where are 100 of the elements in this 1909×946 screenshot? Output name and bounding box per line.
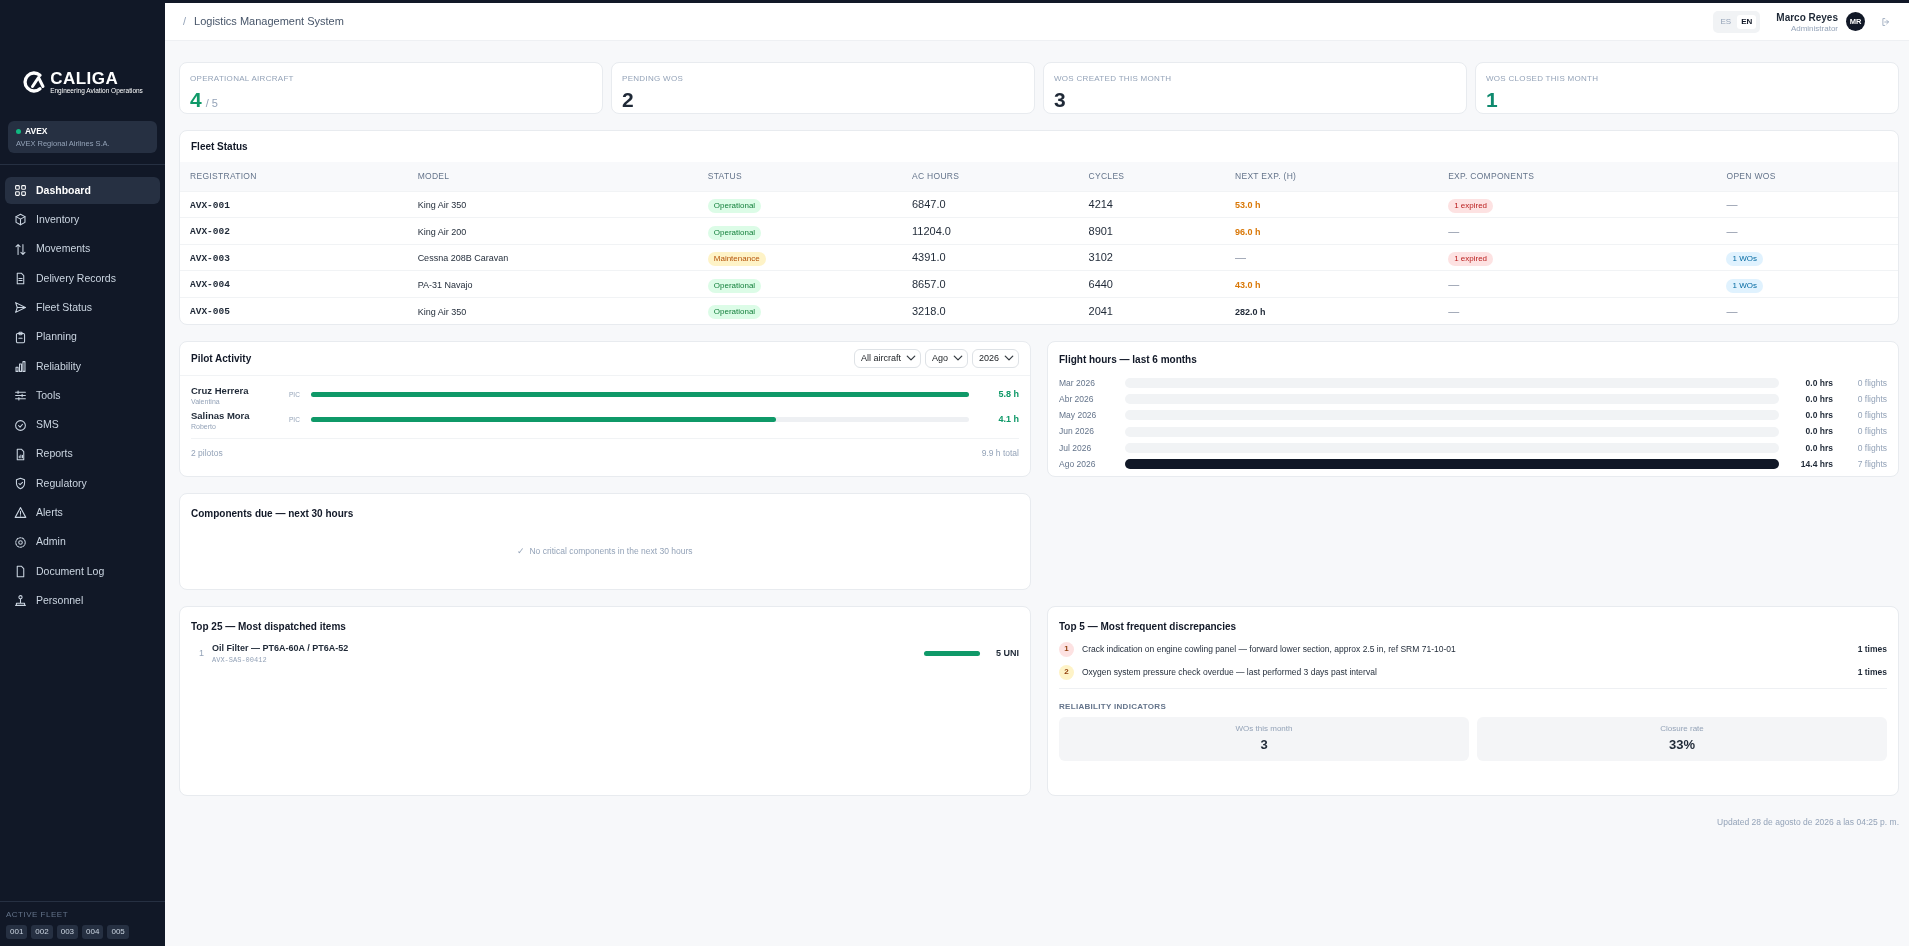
ac-hours: 3218.0 [912,304,946,317]
cycles: 3102 [1088,251,1113,264]
month-flights: 7 flights [1856,458,1887,471]
occurrence-count: 1 times [1857,665,1887,679]
filter-select[interactable]: 2026 [972,348,1019,368]
hours-value: 282.0 h [1235,306,1266,317]
model: Cessna 208B Caravan [417,253,509,264]
total-hours: 9.9 h total [981,447,1019,460]
empty-dash: — [1726,198,1738,211]
ac-hours: 8657.0 [912,277,946,290]
sidebar-item[interactable]: Alerts [5,499,160,527]
sidebar-item[interactable]: Delivery Records [5,264,160,293]
column-header: NEXT EXP. (H) [1225,162,1439,192]
fleet-tag[interactable]: 001 [6,925,28,939]
status-badge: Operational [707,199,762,213]
fleet-tag[interactable]: 002 [31,925,53,939]
card-title: Pilot Activity [191,351,253,366]
sidebar-item[interactable]: Reports [5,440,160,468]
empty-message: No critical components in the next 30 hours [529,544,693,558]
card-title: Top 25 — Most dispatched items [191,619,347,634]
card-title: Top 5 — Most frequent discrepancies [1059,619,1238,634]
kpi-value: 4 [190,89,202,110]
user-name: Marco Reyes [1776,11,1838,25]
sidebar-item[interactable]: Fleet Status [5,294,160,322]
kpi-label: WOS CLOSED THIS MONTH [1486,73,1600,85]
warning-icon [14,506,27,520]
pilot-name: Cruz Herrera [191,383,250,398]
hours-value: 53.0 h [1235,200,1261,211]
month-hours: 0.0 hrs [1804,376,1833,390]
rank-badge: 1 [1059,641,1074,657]
month-flights: 0 flights [1856,376,1887,390]
model: King Air 350 [417,306,467,317]
cycles: 4214 [1088,198,1113,211]
file-icon [14,565,27,578]
discrepancy-text: Crack indication on engine cowling panel — forward lower section, approx 2.5 in, ref SRM 71-10-01 [1082,642,1457,656]
send-icon [14,301,27,315]
indicator-value: 3 [1259,736,1269,755]
updated-note: Updated 28 de agosto de 2026 a las 04:25 p. m. [1716,815,1899,829]
empty-dash: — [1726,304,1738,317]
column-header: OPEN WOS [1716,162,1898,192]
badge: 1 expired [1448,252,1494,266]
cube-icon [14,213,27,227]
filter-select[interactable]: All aircraft [854,348,921,368]
hours-value: 43.0 h [1235,279,1261,290]
fleet-tag[interactable]: 004 [82,925,104,939]
model: PA-31 Navajo [417,279,473,290]
month-label: Jun 2026 [1059,425,1095,439]
cycles: 2041 [1088,304,1113,317]
fleet-tag[interactable]: 003 [56,925,79,939]
logout-icon[interactable] [1881,16,1891,27]
column-header: REGISTRATION [180,162,408,192]
sidebar-item[interactable]: Planning [5,323,160,351]
kpi-label: OPERATIONAL AIRCRAFT [190,73,295,85]
indicator-label: WOs this month [1234,723,1294,736]
sidebar-item[interactable]: Regulatory [5,469,160,498]
kpi-value: 3 [1054,89,1066,110]
registration: AVX-002 [190,226,230,238]
column-header: EXP. COMPONENTS [1438,162,1717,192]
sidebar-item[interactable]: Dashboard [5,177,160,205]
sidebar-item[interactable]: Inventory [5,206,160,234]
column-header: MODEL [407,162,698,192]
user-role: Administrator [1789,25,1838,33]
discrepancy-text: Oxygen system pressure check overdue — last performed 3 days past interval [1082,665,1378,679]
kpi-total: / 5 [205,96,218,111]
sidebar-item[interactable]: Reliability [5,352,160,381]
filter-select[interactable]: Ago [925,348,968,368]
pilot-name: Salinas Mora [191,409,251,423]
status-badge: Operational [707,305,762,320]
pilot-hours: 5.8 h [997,387,1019,401]
sidebar-item[interactable]: Document Log [5,557,160,586]
badge: 1 WOs [1726,252,1763,266]
sidebar-item[interactable]: SMS [5,411,160,439]
logo-icon [22,70,47,94]
hours-value: 96.0 h [1235,226,1261,237]
status-badge: Maintenance [707,252,766,266]
month-flights: 0 flights [1856,425,1887,439]
language-button[interactable]: EN [1737,14,1757,29]
grid-icon [14,184,27,198]
empty-dash: — [1235,251,1246,264]
breadcrumb-separator: / [183,14,187,30]
registration: AVX-001 [190,199,230,211]
sidebar-item[interactable]: Tools [5,382,160,410]
ac-hours: 6847.0 [912,198,946,211]
month-label: Abr 2026 [1059,392,1095,406]
model: King Air 200 [417,226,467,237]
section-label: RELIABILITY INDICATORS [1059,701,1167,711]
month-flights: 0 flights [1856,409,1887,422]
month-label: Ago 2026 [1059,458,1097,471]
sidebar-item[interactable]: Personnel [5,587,160,615]
month-hours: 0.0 hrs [1804,441,1833,455]
kpi-value: 2 [622,89,634,110]
shield-icon [14,477,27,491]
sidebar-item[interactable]: Movements [5,235,160,263]
fleet-tag[interactable]: 005 [107,925,129,939]
section-label: ACTIVE FLEET [6,909,69,921]
registration: AVX-003 [190,252,230,264]
page-title: Logistics Management System [194,14,345,30]
cycles: 8901 [1088,224,1113,237]
card-title: Components due — next 30 hours [191,506,355,521]
sidebar-item[interactable]: Admin [5,528,160,556]
